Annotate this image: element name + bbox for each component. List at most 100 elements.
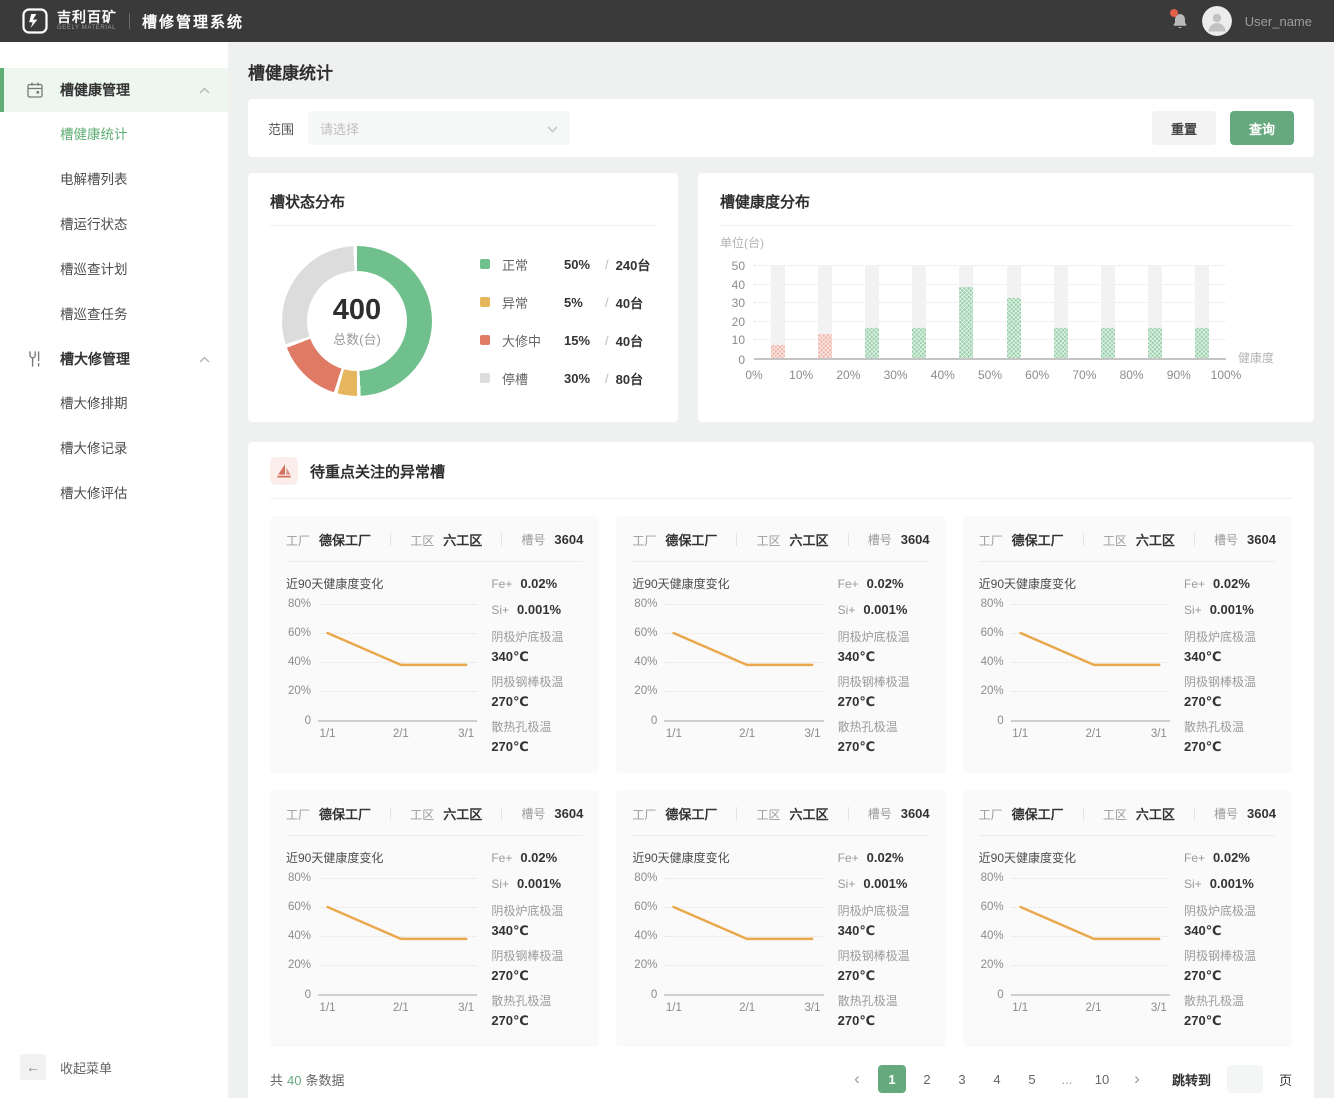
sidebar-item[interactable]: 电解槽列表 bbox=[0, 157, 228, 202]
x-tick-label: 40% bbox=[931, 368, 955, 382]
page-button[interactable]: 3 bbox=[948, 1065, 976, 1093]
divider bbox=[390, 807, 391, 820]
metrics-column: Fe+0.02%Si+0.001%阴极炉底极温340℃阴极钢棒极温270℃散热孔… bbox=[838, 849, 930, 1037]
page-button[interactable]: 5 bbox=[1018, 1065, 1046, 1093]
sidebar-group: 槽大修管理槽大修排期槽大修记录槽大修评估 bbox=[0, 337, 228, 516]
metrics-column: Fe+0.02%Si+0.001%阴极炉底极温340℃阴极钢棒极温270℃散热孔… bbox=[491, 849, 583, 1037]
metric: Si+0.001% bbox=[1184, 876, 1276, 891]
tank-number-label: 槽号 bbox=[868, 531, 892, 548]
sidebar-item[interactable]: 槽运行状态 bbox=[0, 202, 228, 247]
abnormal-cards-grid: 工厂德保工厂 工区六工区 槽号3604 近90天健康度变化 80%60%40%2… bbox=[270, 516, 1292, 1047]
next-page-button[interactable]: › bbox=[1123, 1065, 1151, 1093]
tank-number-label: 槽号 bbox=[1214, 805, 1238, 822]
y-tick-label: 40% bbox=[288, 930, 311, 942]
brand: 吉利百矿 GEELY MATERIAL 槽修管理系统 bbox=[22, 8, 244, 34]
sidebar-item[interactable]: 槽健康统计 bbox=[0, 112, 228, 157]
bar-track bbox=[1054, 265, 1068, 358]
page-button[interactable]: 1 bbox=[878, 1065, 906, 1093]
tank-number-value: 3604 bbox=[901, 532, 930, 547]
metric-value: 270℃ bbox=[1184, 1013, 1276, 1029]
notification-bell-icon[interactable] bbox=[1171, 12, 1189, 30]
area-value: 六工区 bbox=[443, 530, 482, 549]
health-bar-chart: 健康度 50403020100 bbox=[754, 265, 1226, 358]
divider bbox=[736, 807, 737, 820]
metric-label: Si+ bbox=[491, 603, 509, 617]
legend-swatch bbox=[480, 259, 490, 269]
legend-item: 异常5%/40台 bbox=[480, 293, 650, 312]
area-label: 工区 bbox=[410, 532, 434, 549]
y-tick-label: 40% bbox=[634, 656, 657, 668]
x-tick-label: 2/1 bbox=[739, 728, 755, 740]
area-label: 工区 bbox=[757, 806, 781, 823]
trend-line bbox=[664, 878, 823, 994]
page-button[interactable]: 4 bbox=[983, 1065, 1011, 1093]
query-button[interactable]: 查询 bbox=[1230, 111, 1294, 145]
trend-line-chart: 80%60%40%20%0 bbox=[318, 878, 477, 994]
metric: Fe+0.02% bbox=[1184, 576, 1276, 591]
y-tick-label: 30 bbox=[732, 296, 745, 310]
page-suffix-label: 页 bbox=[1279, 1070, 1292, 1089]
y-tick-label: 80% bbox=[288, 872, 311, 884]
factory-label: 工厂 bbox=[632, 806, 656, 823]
sidebar: 槽健康管理槽健康统计电解槽列表槽运行状态槽巡查计划槽巡查任务槽大修管理槽大修排期… bbox=[0, 42, 228, 1098]
x-tick-label: 50% bbox=[978, 368, 1002, 382]
metric-label: 阴极炉底极温 bbox=[491, 628, 583, 645]
metric-label: 散热孔极温 bbox=[491, 718, 583, 735]
total-prefix: 共 bbox=[270, 1073, 283, 1088]
sidebar-item[interactable]: 槽巡查计划 bbox=[0, 247, 228, 292]
jump-page-input[interactable] bbox=[1227, 1065, 1263, 1093]
avatar[interactable] bbox=[1202, 6, 1232, 36]
sidebar-group-header[interactable]: 槽健康管理 bbox=[0, 68, 228, 112]
metric-value: 0.001% bbox=[517, 602, 561, 617]
sidebar-item[interactable]: 槽大修记录 bbox=[0, 426, 228, 471]
x-tick-label: 1/1 bbox=[1012, 1002, 1028, 1014]
alert-icon bbox=[270, 457, 298, 485]
divider bbox=[1083, 533, 1084, 546]
x-tick-label: 1/1 bbox=[1012, 728, 1028, 740]
y-tick-label: 0 bbox=[651, 989, 657, 1001]
page-button[interactable]: 2 bbox=[913, 1065, 941, 1093]
x-tick-label: 3/1 bbox=[805, 728, 821, 740]
abnormal-tank-card: 工厂德保工厂 工区六工区 槽号3604 近90天健康度变化 80%60%40%2… bbox=[616, 790, 945, 1047]
y-tick-label: 0 bbox=[738, 353, 745, 367]
reset-button[interactable]: 重置 bbox=[1152, 111, 1216, 145]
factory-label: 工厂 bbox=[632, 532, 656, 549]
metric-label: Fe+ bbox=[1184, 577, 1205, 591]
tank-number-label: 槽号 bbox=[521, 805, 545, 822]
metric-label: Si+ bbox=[491, 877, 509, 891]
sidebar-item[interactable]: 槽大修评估 bbox=[0, 471, 228, 516]
range-select[interactable]: 请选择 bbox=[308, 111, 570, 145]
x-tick-label: 70% bbox=[1072, 368, 1096, 382]
legend-swatch bbox=[480, 373, 490, 383]
trend-x-ticks: 1/12/13/1 bbox=[318, 728, 477, 744]
metric-label: 阴极钢棒极温 bbox=[491, 947, 583, 964]
page-button[interactable]: 10 bbox=[1088, 1065, 1116, 1093]
trend-chart-title: 近90天健康度变化 bbox=[979, 849, 1178, 866]
metric-label: Fe+ bbox=[491, 851, 512, 865]
divider bbox=[1194, 807, 1195, 820]
metric: 散热孔极温270℃ bbox=[491, 992, 583, 1029]
trend-line-chart: 80%60%40%20%0 bbox=[1011, 878, 1170, 994]
collapse-menu-button[interactable]: ← 收起菜单 bbox=[0, 1038, 228, 1098]
prev-page-button[interactable]: ‹ bbox=[843, 1065, 871, 1093]
pagination-ellipsis: ... bbox=[1053, 1065, 1081, 1093]
top-header: 吉利百矿 GEELY MATERIAL 槽修管理系统 User_name bbox=[0, 0, 1334, 42]
sidebar-item[interactable]: 槽大修排期 bbox=[0, 381, 228, 426]
sidebar-item[interactable]: 槽巡查任务 bbox=[0, 292, 228, 337]
metric-label: Fe+ bbox=[838, 851, 859, 865]
user-name[interactable]: User_name bbox=[1245, 14, 1312, 29]
metric: 阴极钢棒极温270℃ bbox=[491, 673, 583, 710]
metric: 阴极钢棒极温270℃ bbox=[1184, 673, 1276, 710]
metric-label: Fe+ bbox=[491, 577, 512, 591]
factory-value: 德保工厂 bbox=[665, 804, 717, 823]
page-title: 槽健康统计 bbox=[248, 59, 1314, 84]
metric-value: 270℃ bbox=[838, 1013, 930, 1029]
brand-logo-icon bbox=[22, 8, 48, 34]
legend-swatch bbox=[480, 335, 490, 345]
status-legend: 正常50%/240台异常5%/40台大修中15%/40台停槽30%/80台 bbox=[480, 255, 650, 388]
x-tick-label: 2/1 bbox=[1086, 728, 1102, 740]
sidebar-group-header[interactable]: 槽大修管理 bbox=[0, 337, 228, 381]
x-tick-label: 60% bbox=[1025, 368, 1049, 382]
tank-number-label: 槽号 bbox=[868, 805, 892, 822]
metric-value: 270℃ bbox=[838, 694, 930, 710]
